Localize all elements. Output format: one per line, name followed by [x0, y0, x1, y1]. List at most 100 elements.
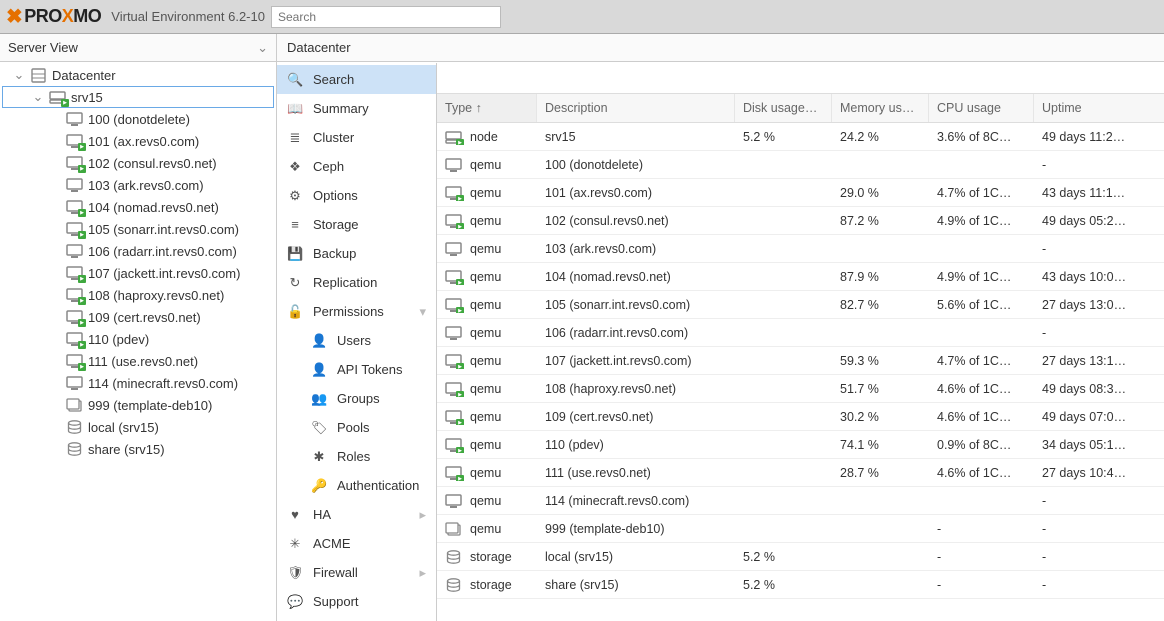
- menu-item-ha[interactable]: ♥HA▸: [277, 500, 436, 529]
- tree-item[interactable]: 101 (ax.revs0.com): [0, 130, 276, 152]
- global-search-input[interactable]: [271, 6, 501, 28]
- cell-type: qemu: [437, 297, 537, 313]
- tree-item[interactable]: 110 (pdev): [0, 328, 276, 350]
- vm-icon: [66, 177, 84, 193]
- tree-item[interactable]: ⌄Datacenter: [0, 64, 276, 86]
- tree-item[interactable]: 999 (template-deb10): [0, 394, 276, 416]
- table-row[interactable]: qemu110 (pdev)74.1 %0.9% of 8C…34 days 0…: [437, 431, 1164, 459]
- tree-item[interactable]: share (srv15): [0, 438, 276, 460]
- menu-item-label: Replication: [313, 275, 377, 290]
- menu-item-label: Cluster: [313, 130, 354, 145]
- menu-item-cluster[interactable]: ≣Cluster: [277, 123, 436, 152]
- tree-toggle-icon[interactable]: ⌄: [31, 89, 45, 105]
- menu-item-label: Roles: [337, 449, 370, 464]
- table-row[interactable]: qemu105 (sonarr.int.revs0.com)82.7 %5.6%…: [437, 291, 1164, 319]
- cell-memory: 82.7 %: [832, 298, 929, 312]
- table-row[interactable]: nodesrv155.2 %24.2 %3.6% of 8C…49 days 1…: [437, 123, 1164, 151]
- repl-icon: ↻: [287, 275, 303, 291]
- vm-icon: [66, 133, 84, 149]
- cell-cpu: 4.7% of 1C…: [929, 354, 1034, 368]
- table-row[interactable]: qemu108 (haproxy.revs0.net)51.7 %4.6% of…: [437, 375, 1164, 403]
- cell-type: qemu: [437, 213, 537, 229]
- tree-item[interactable]: 111 (use.revs0.net): [0, 350, 276, 372]
- menu-item-users[interactable]: 👤Users: [277, 326, 436, 355]
- tree-item[interactable]: 108 (haproxy.revs0.net): [0, 284, 276, 306]
- tree-item[interactable]: 100 (donotdelete): [0, 108, 276, 130]
- cell-uptime: 27 days 13:0…: [1034, 298, 1139, 312]
- db-icon: ≡: [287, 217, 303, 232]
- menu-item-groups[interactable]: 👥Groups: [277, 384, 436, 413]
- cell-cpu: 5.6% of 1C…: [929, 298, 1034, 312]
- col-header-type[interactable]: Type ↑: [437, 94, 537, 122]
- col-header-cpu[interactable]: CPU usage: [929, 94, 1034, 122]
- cell-cpu: 4.6% of 1C…: [929, 382, 1034, 396]
- menu-item-api-tokens[interactable]: 👤 API Tokens: [277, 355, 436, 384]
- table-row[interactable]: storageshare (srv15)5.2 %--: [437, 571, 1164, 599]
- tree-item[interactable]: 114 (minecraft.revs0.com): [0, 372, 276, 394]
- vm-icon: [445, 269, 462, 285]
- table-row[interactable]: qemu103 (ark.revs0.com)-: [437, 235, 1164, 263]
- menu-item-summary[interactable]: 📖Summary: [277, 94, 436, 123]
- cell-memory: 87.9 %: [832, 270, 929, 284]
- cell-memory: 51.7 %: [832, 382, 929, 396]
- datacenter-icon: [30, 67, 48, 83]
- vm-icon: [66, 111, 84, 127]
- tree-item[interactable]: 107 (jackett.int.revs0.com): [0, 262, 276, 284]
- tree-item-label: 999 (template-deb10): [88, 398, 212, 413]
- table-row[interactable]: qemu111 (use.revs0.net)28.7 %4.6% of 1C……: [437, 459, 1164, 487]
- storage-icon: [66, 441, 84, 457]
- tree-item-label: local (srv15): [88, 420, 159, 435]
- tree-item[interactable]: local (srv15): [0, 416, 276, 438]
- table-row[interactable]: qemu101 (ax.revs0.com)29.0 %4.7% of 1C…4…: [437, 179, 1164, 207]
- table-row[interactable]: qemu999 (template-deb10)--: [437, 515, 1164, 543]
- tree-item[interactable]: ⌄srv15: [2, 86, 274, 108]
- tree-item[interactable]: 105 (sonarr.int.revs0.com): [0, 218, 276, 240]
- menu-item-label: Ceph: [313, 159, 344, 174]
- table-row[interactable]: qemu100 (donotdelete)-: [437, 151, 1164, 179]
- menu-item-storage[interactable]: ≡Storage: [277, 210, 436, 239]
- cell-cpu: 3.6% of 8C…: [929, 130, 1034, 144]
- tree-item-label: 111 (use.revs0.net): [88, 354, 198, 369]
- tree-item[interactable]: 106 (radarr.int.revs0.com): [0, 240, 276, 262]
- table-row[interactable]: storagelocal (srv15)5.2 %--: [437, 543, 1164, 571]
- table-row[interactable]: qemu107 (jackett.int.revs0.com)59.3 %4.7…: [437, 347, 1164, 375]
- vm-icon: [66, 375, 84, 391]
- menu-item-roles[interactable]: ✱Roles: [277, 442, 436, 471]
- tree-item[interactable]: 109 (cert.revs0.net): [0, 306, 276, 328]
- col-header-memory[interactable]: Memory us…: [832, 94, 929, 122]
- cell-uptime: -: [1034, 158, 1139, 172]
- menu-item-label: Permissions: [313, 304, 384, 319]
- menu-item-ceph[interactable]: ❖Ceph: [277, 152, 436, 181]
- tree-toggle-icon[interactable]: ⌄: [12, 67, 26, 83]
- menu-item-backup[interactable]: 💾Backup: [277, 239, 436, 268]
- vm-icon: [66, 353, 84, 369]
- menu-item-pools[interactable]: 🏷Pools: [277, 413, 436, 442]
- tree-item-label: 101 (ax.revs0.com): [88, 134, 199, 149]
- cell-description: 106 (radarr.int.revs0.com): [537, 326, 735, 340]
- tree-item[interactable]: 104 (nomad.revs0.net): [0, 196, 276, 218]
- menu-item-options[interactable]: ⚙Options: [277, 181, 436, 210]
- tree-item[interactable]: 102 (consul.revs0.net): [0, 152, 276, 174]
- tree-item[interactable]: 103 (ark.revs0.com): [0, 174, 276, 196]
- menu-item-support[interactable]: 💬Support: [277, 587, 436, 616]
- col-header-description[interactable]: Description: [537, 94, 735, 122]
- menu-item-authentication[interactable]: 🔑Authentication: [277, 471, 436, 500]
- table-row[interactable]: qemu102 (consul.revs0.net)87.2 %4.9% of …: [437, 207, 1164, 235]
- menu-item-search[interactable]: 🔍Search: [277, 65, 436, 94]
- table-row[interactable]: qemu104 (nomad.revs0.net)87.9 %4.9% of 1…: [437, 263, 1164, 291]
- chevron-down-icon: ⌄: [257, 40, 268, 56]
- cell-cpu: 4.9% of 1C…: [929, 270, 1034, 284]
- menu-item-label: API Tokens: [337, 362, 403, 377]
- menu-item-permissions[interactable]: 🔓Permissions▾: [277, 297, 436, 326]
- col-header-uptime[interactable]: Uptime: [1034, 94, 1139, 122]
- table-row[interactable]: qemu106 (radarr.int.revs0.com)-: [437, 319, 1164, 347]
- table-row[interactable]: qemu114 (minecraft.revs0.com)-: [437, 487, 1164, 515]
- menu-item-replication[interactable]: ↻ Replication: [277, 268, 436, 297]
- view-select[interactable]: Server View ⌄: [0, 34, 276, 62]
- user-icon: 👤: [311, 362, 327, 378]
- menu-item-acme[interactable]: ✳ACME: [277, 529, 436, 558]
- table-row[interactable]: qemu109 (cert.revs0.net)30.2 %4.6% of 1C…: [437, 403, 1164, 431]
- cell-cpu: 0.9% of 8C…: [929, 438, 1034, 452]
- menu-item-firewall[interactable]: 🛡Firewall▸: [277, 558, 436, 587]
- col-header-disk[interactable]: Disk usage…: [735, 94, 832, 122]
